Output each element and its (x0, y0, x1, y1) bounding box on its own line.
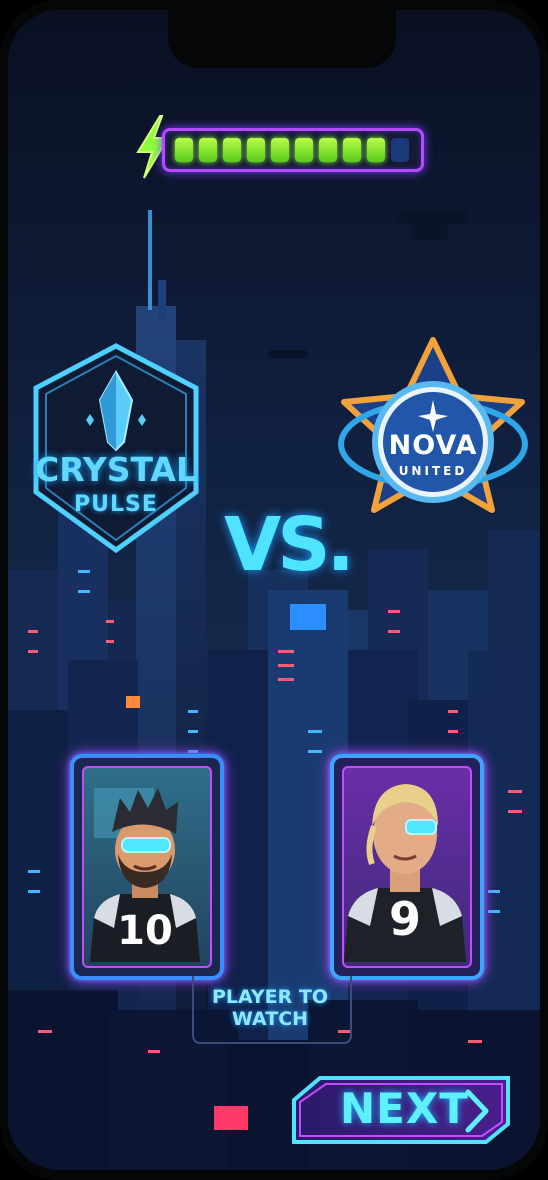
chevron-right-icon (465, 1089, 489, 1133)
away-team-logo: NOVA UNITED (328, 334, 538, 544)
away-player-card[interactable]: 9 (330, 754, 484, 980)
player-to-watch-line1: PLAYER TO (211, 986, 328, 1008)
away-player-jersey-number: 9 (388, 892, 421, 946)
player-to-watch-line2: WATCH (231, 1008, 309, 1030)
energy-segment-filled (223, 138, 241, 162)
next-button-label: NEXT (340, 1084, 469, 1133)
energy-segment-filled (199, 138, 217, 162)
away-team-name-line1: NOVA (388, 430, 478, 461)
energy-segment-filled (319, 138, 337, 162)
energy-segment-filled (271, 138, 289, 162)
away-team-name-line2: UNITED (398, 464, 468, 478)
away-player-portrait: 9 (342, 766, 472, 968)
energy-segment-filled (343, 138, 361, 162)
crystal-shield-icon (33, 343, 199, 554)
home-player-jersey-number: 10 (117, 908, 173, 954)
next-button[interactable]: NEXT (290, 1074, 514, 1146)
home-player-card[interactable]: 10 (70, 754, 224, 980)
energy-segment-empty (391, 138, 409, 162)
energy-segment-filled (295, 138, 313, 162)
energy-segment-filled (175, 138, 193, 162)
phone-frame: CRYSTAL PULSE VS. NOVA UNITED 10 9 PLAYE… (0, 0, 548, 1180)
home-team-logo: CRYSTAL PULSE (26, 342, 206, 554)
home-team-name-line1: CRYSTAL (34, 450, 197, 489)
home-team-name-line2: PULSE (74, 492, 158, 517)
game-screen: CRYSTAL PULSE VS. NOVA UNITED 10 9 PLAYE… (8, 10, 540, 1170)
energy-meter-frame (162, 128, 424, 172)
energy-meter (132, 114, 424, 184)
energy-segment-filled (367, 138, 385, 162)
device-notch (168, 10, 396, 68)
player-to-watch-label: PLAYER TO WATCH (192, 986, 348, 1030)
energy-segment-filled (247, 138, 265, 162)
home-player-portrait: 10 (82, 766, 212, 968)
